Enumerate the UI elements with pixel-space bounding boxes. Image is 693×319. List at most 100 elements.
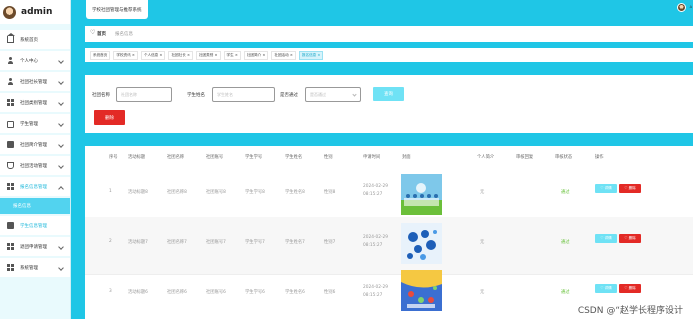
user-icon (7, 78, 14, 85)
header-intro: 个人简介 (477, 155, 495, 160)
grid-icon (7, 243, 14, 250)
sidebar-item-profile[interactable]: 个人中心 (0, 51, 70, 72)
sidebar-item-label: 个人中心 (20, 58, 38, 64)
club-name-input[interactable]: 社团名称 (116, 87, 172, 102)
trophy-icon (7, 162, 14, 169)
sidebar-item-club-president[interactable]: 社团社长管理 (0, 72, 70, 93)
header-activity-title: 活动标题 (128, 155, 146, 160)
sidebar-item-club-activities[interactable]: 社团活动管理 (0, 156, 70, 177)
cell-index: 2 (109, 239, 112, 244)
cell-student-no: 学生学号6 (245, 290, 265, 295)
system-title: 学校社团管理与推荐系统 (86, 0, 148, 19)
breadcrumb-current: 报名信息 (115, 32, 133, 37)
chevron-down-icon (58, 265, 64, 271)
chevron-down-icon (58, 163, 64, 169)
cell-status: 通过 (561, 190, 570, 195)
sidebar-item-system[interactable]: 系统管理 (0, 258, 70, 279)
cell-activity-title: 活动标题8 (128, 190, 148, 195)
cell-intro: 无 (480, 290, 485, 295)
chat-icon (7, 222, 14, 229)
user-icon (7, 57, 14, 64)
chevron-down-icon (58, 142, 64, 148)
tab-registration-info[interactable]: 报名信息 × (298, 50, 324, 60)
delete-button[interactable]: ♡ 删除 (619, 284, 641, 293)
club-name-label: 社团名称 (92, 93, 110, 98)
student-name-label: 学生姓名 (187, 93, 205, 98)
chevron-down-icon (58, 79, 64, 85)
sidebar-item-home[interactable]: 系统首页 (0, 30, 70, 51)
cell-index: 3 (109, 289, 112, 294)
cell-student-name: 学生姓名7 (285, 240, 305, 245)
student-name-input[interactable]: 学生姓名 (212, 87, 275, 102)
tab-news[interactable]: 学校资讯 × (113, 50, 138, 60)
approved-select[interactable]: 是否通过 (305, 87, 361, 102)
sidebar-item-label: 社团社长管理 (20, 79, 47, 85)
brand: admin (0, 0, 70, 24)
cell-club-name: 社团名称7 (167, 240, 187, 245)
sidebar-item-label: 报名信息 (13, 204, 31, 209)
tab-club-president[interactable]: 社团社长 × (168, 50, 193, 60)
delete-button[interactable]: ♡ 删除 (619, 184, 641, 193)
header-student-no: 学生学号 (245, 155, 263, 160)
sidebar-item-withdrawal[interactable]: 退团申请管理 (0, 237, 70, 258)
watermark-text: CSDN @“赵学长程序设计 (577, 303, 683, 316)
header-apply-time: 申请时间 (363, 155, 381, 160)
cell-student-name: 学生姓名6 (285, 290, 305, 295)
tab-club-intro[interactable]: 社团简介 × (243, 50, 269, 60)
delete-button[interactable]: ♡ 删除 (619, 234, 641, 243)
sidebar-item-label: 学生管理 (20, 121, 38, 127)
top-bar: 学校社团管理与推荐系统 A (71, 0, 693, 24)
view-button[interactable]: ♡ 详情 (595, 284, 617, 293)
grid-icon (7, 183, 14, 190)
search-button[interactable]: 查询 (373, 87, 404, 101)
cell-club-account: 社团账号8 (206, 190, 226, 195)
chevron-up-icon (58, 186, 64, 192)
view-button[interactable]: ♡ 详情 (595, 234, 617, 243)
cell-club-name: 社团名称8 (167, 190, 187, 195)
cell-club-account: 社团账号6 (206, 290, 226, 295)
tab-club-category[interactable]: 社团类别 × (195, 50, 221, 60)
user-name[interactable]: A (690, 5, 692, 9)
chevron-down-icon (58, 58, 64, 64)
batch-delete-button[interactable]: 删除 (94, 110, 125, 125)
sidebar-item-students[interactable]: 学生管理 (0, 114, 70, 135)
header-status: 审核状态 (555, 155, 573, 160)
cell-apply-time: 08:15:27 (363, 293, 383, 298)
cell-intro: 无 (480, 190, 485, 195)
sidebar-item-label: 退团申请管理 (20, 244, 47, 250)
breadcrumb-home[interactable]: 首页 (90, 29, 106, 38)
tab-personal-info[interactable]: 个人信息 × (140, 50, 166, 60)
view-button[interactable]: ♡ 详情 (595, 184, 617, 193)
chevron-down-icon (58, 100, 64, 106)
tab-home[interactable]: 系统首页 (90, 50, 111, 60)
brand-title: admin (21, 7, 53, 17)
cover-image (401, 174, 442, 215)
header-gender: 性别 (324, 155, 333, 160)
cell-student-no: 学生学号8 (245, 190, 265, 195)
sidebar-item-registration[interactable]: 报名信息管理 (0, 177, 70, 198)
sidebar-item-label: 报名信息管理 (20, 184, 47, 190)
avatar-logo (3, 5, 16, 19)
sidebar-item-student-info[interactable]: 学生信息管理 (0, 216, 70, 237)
cell-student-no: 学生学号7 (245, 240, 265, 245)
chevron-down-icon (58, 244, 64, 250)
sidebar-subitem-registration-info[interactable]: 报名信息 (0, 198, 70, 216)
sidebar-item-club-intro[interactable]: 社团简介管理 (0, 135, 70, 156)
chevron-down-icon (58, 121, 64, 127)
cell-index: 1 (109, 189, 112, 194)
cell-activity-title: 活动标题6 (128, 290, 148, 295)
cell-club-name: 社团名称6 (167, 290, 187, 295)
tab-bar: 系统首页 学校资讯 × 个人信息 × 社团社长 × 社团类别 × 学生 × 社团… (85, 48, 693, 62)
header-cover: 封面 (402, 155, 411, 160)
cell-intro: 无 (480, 240, 485, 245)
cell-apply-date: 2024-02-29 (363, 235, 388, 240)
grid-icon (7, 264, 14, 271)
tab-club-activities[interactable]: 社团活动 × (271, 50, 296, 60)
user-avatar[interactable] (677, 3, 686, 12)
tab-student[interactable]: 学生 × (223, 50, 241, 60)
home-icon (7, 33, 15, 43)
sidebar-item-club-category[interactable]: 社团类别管理 (0, 93, 70, 114)
grid-icon (7, 99, 14, 106)
cell-gender: 性别6 (324, 290, 336, 295)
breadcrumb: 首页 报名信息 (85, 26, 693, 42)
